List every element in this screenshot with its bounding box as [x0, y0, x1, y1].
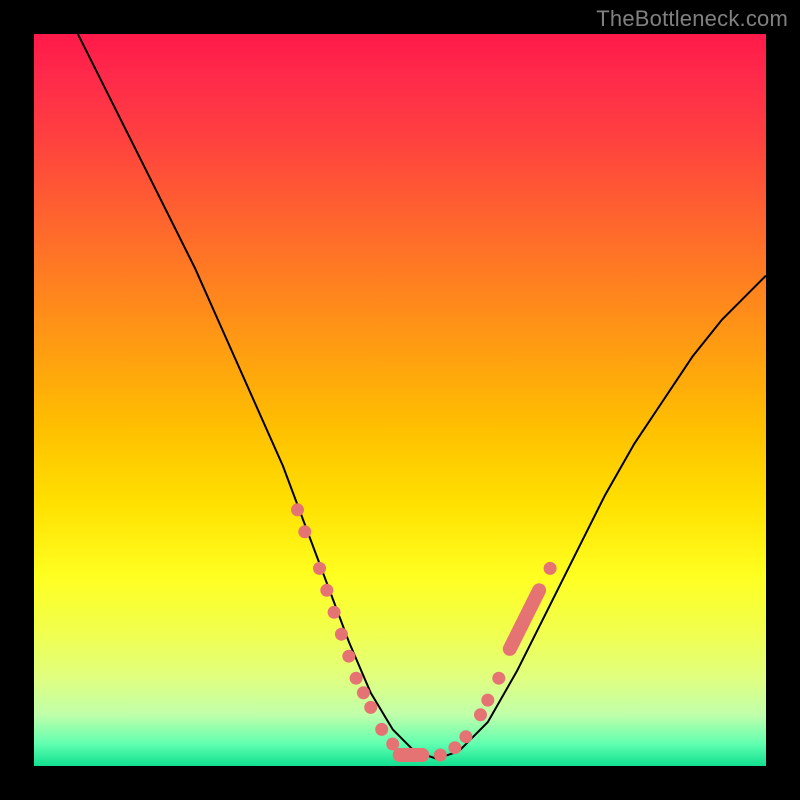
chart-container: TheBottleneck.com [0, 0, 800, 800]
watermark-text: TheBottleneck.com [596, 6, 788, 32]
marker-dot [434, 749, 447, 762]
marker-dot [448, 741, 461, 754]
marker-dot [364, 701, 377, 714]
marker-dot [342, 650, 355, 663]
marker-bar [510, 590, 539, 649]
marker-dot [328, 606, 341, 619]
marker-bar [393, 748, 430, 762]
chart-svg [34, 34, 766, 766]
marker-dot [291, 503, 304, 516]
marker-dot [350, 672, 363, 685]
marker-dot [492, 672, 505, 685]
marker-dot [335, 628, 348, 641]
marker-dot [313, 562, 326, 575]
marker-dot [298, 525, 311, 538]
marker-dot [544, 562, 557, 575]
curve-markers [291, 503, 557, 762]
marker-dot [357, 686, 370, 699]
plot-area [34, 34, 766, 766]
marker-dot [474, 708, 487, 721]
bottleneck-curve [78, 34, 766, 759]
marker-dot [459, 730, 472, 743]
marker-dot [375, 723, 388, 736]
marker-dot [320, 584, 333, 597]
marker-dot [481, 694, 494, 707]
